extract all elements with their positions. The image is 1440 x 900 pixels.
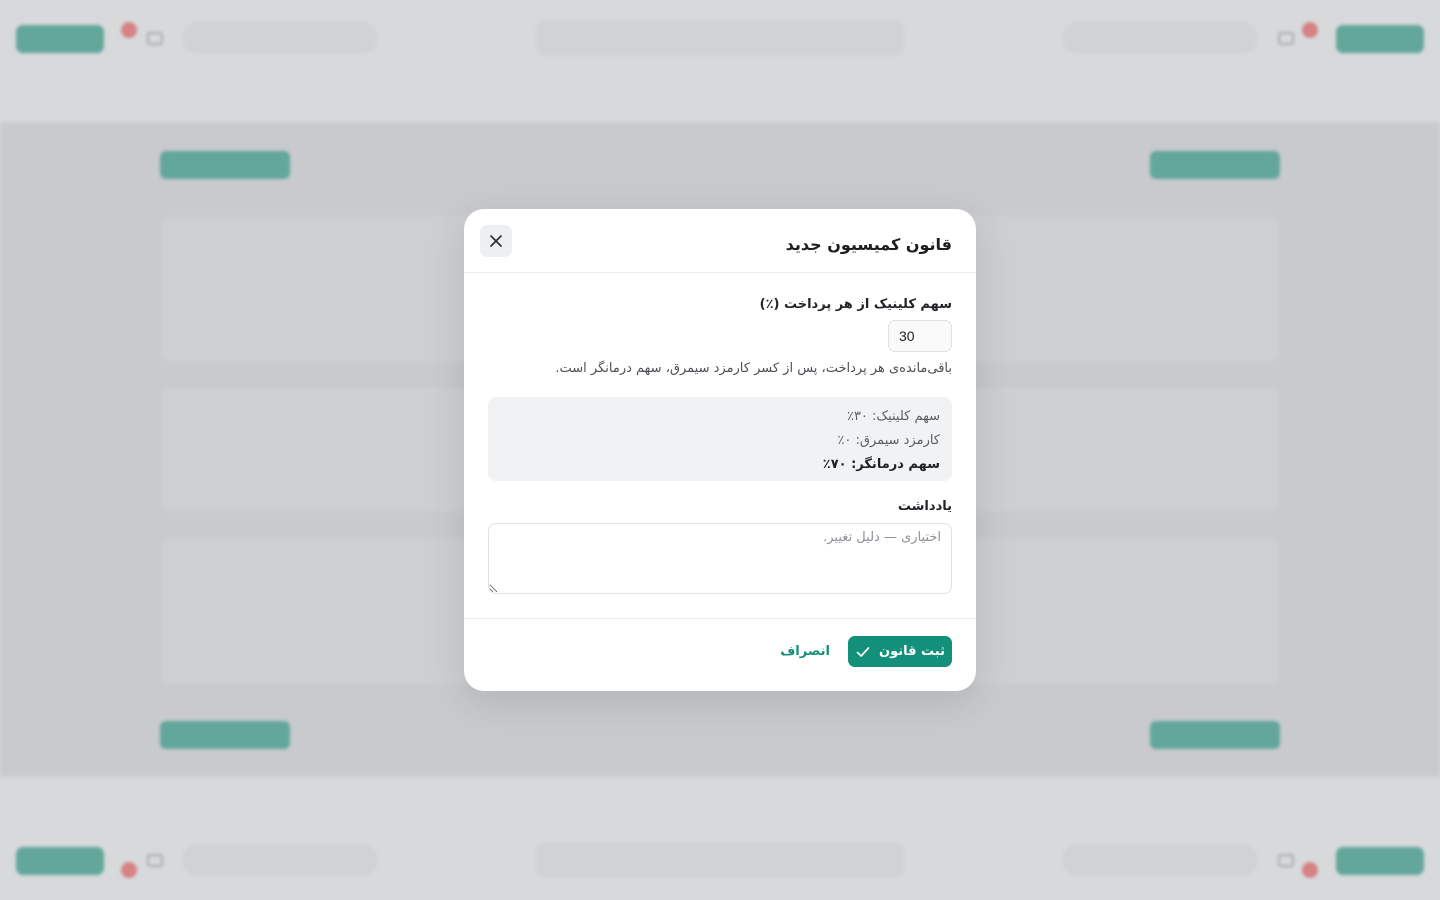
check-icon	[856, 646, 870, 657]
clinic-share-label: سهم کلینیک از هر پرداخت (٪)	[759, 297, 952, 312]
commission-rule-dialog: قانون کمیسیون جدید سهم کلینیک از هر پردا…	[464, 209, 976, 691]
note-textarea[interactable]	[488, 523, 952, 594]
dialog-footer: ثبت قانون انصراف	[464, 618, 976, 691]
save-rule-label: ثبت قانون	[879, 644, 945, 659]
share-summary-box: سهم کلینیک: ۳۰٪ کارمزد سیمرق: ۰٪ سهم درم…	[488, 397, 952, 481]
close-icon	[490, 235, 502, 247]
save-rule-button[interactable]: ثبت قانون	[848, 636, 952, 667]
helper-text: باقی‌مانده‌ی هر پرداخت، پس از کسر کارمزد…	[555, 361, 952, 376]
cancel-button[interactable]: انصراف	[770, 636, 840, 667]
note-label: یادداشت	[897, 499, 952, 514]
summary-simorgh-fee: کارمزد سیمرق: ۰٪	[837, 433, 940, 448]
clinic-share-input[interactable]	[888, 320, 952, 352]
dialog-header: قانون کمیسیون جدید	[464, 209, 976, 273]
summary-clinic-share: سهم کلینیک: ۳۰٪	[846, 409, 940, 424]
summary-therapist-share: سهم درمانگر: ۷۰٪	[822, 457, 940, 472]
dialog-title: قانون کمیسیون جدید	[785, 235, 952, 254]
close-button[interactable]	[480, 225, 512, 257]
